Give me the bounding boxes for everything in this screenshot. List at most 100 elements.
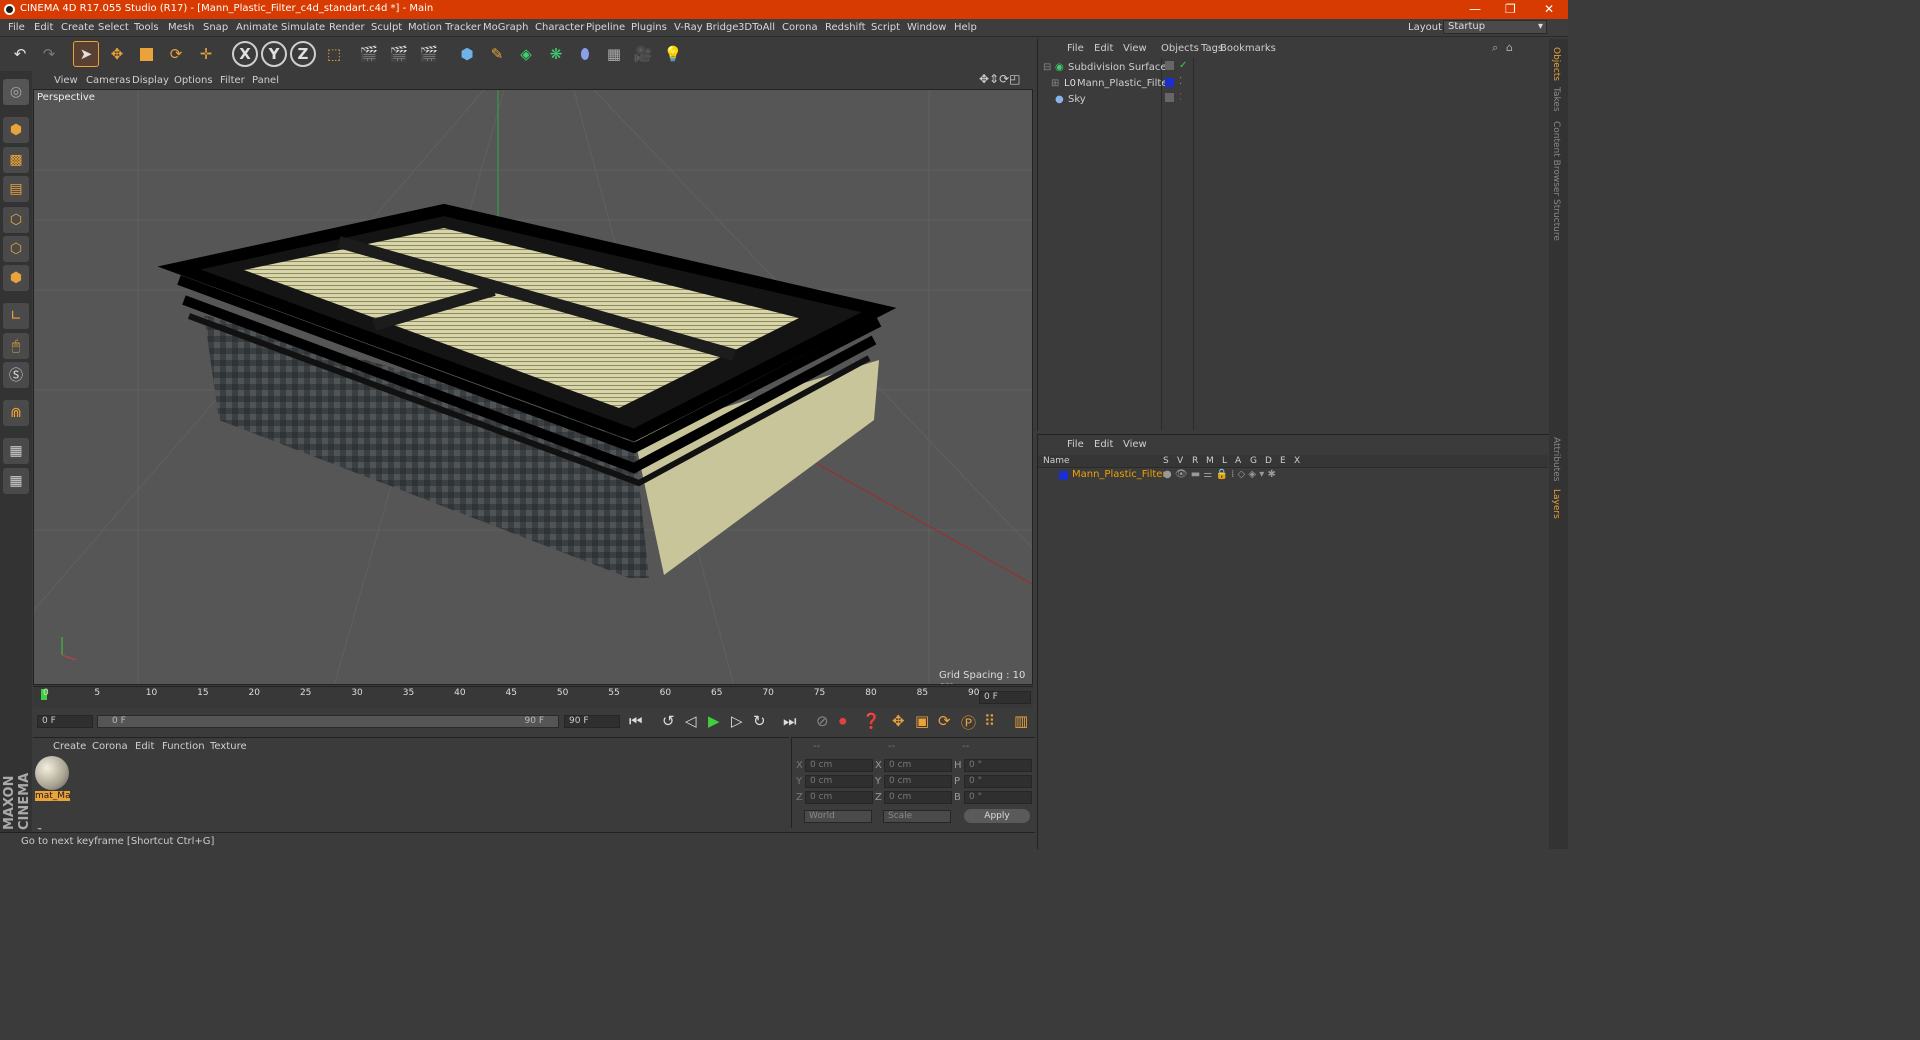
object-menu-file[interactable]: File (1067, 43, 1084, 54)
material-swatch[interactable]: mat_Ma (35, 756, 71, 804)
tweak-mode-button[interactable]: 🖱 (3, 333, 29, 359)
magnet-button[interactable]: ⋒ (3, 400, 29, 426)
menu-select[interactable]: Select (98, 22, 129, 33)
rotate-tool-button[interactable]: ⟳ (163, 41, 189, 67)
select-tool-button[interactable]: ➤ (73, 41, 99, 67)
x-axis-toggle[interactable]: X (232, 41, 258, 67)
menu-character[interactable]: Character (535, 22, 584, 33)
undo-button[interactable]: ↶ (7, 41, 33, 67)
start-frame-field[interactable]: 0 F (37, 715, 93, 728)
object-menu-edit[interactable]: Edit (1094, 43, 1113, 54)
render-picture-viewer-button[interactable]: 🎬 (386, 41, 412, 67)
frame-range-slider[interactable]: 0 F 90 F (97, 715, 559, 728)
go-to-end-button[interactable]: ⏭ (783, 712, 797, 730)
editor-visibility-icon[interactable] (1165, 61, 1174, 70)
rotation-b-field[interactable]: 0 ° (964, 791, 1032, 804)
object-menu-objects[interactable]: Objects (1161, 43, 1199, 54)
previous-keyframe-button[interactable]: ↺ (662, 712, 675, 730)
key-rotation-button[interactable]: ⟳ (938, 712, 951, 730)
menu-pipeline[interactable]: Pipeline (586, 22, 625, 33)
position-z-field[interactable]: 0 cm (805, 791, 873, 804)
timeline-window-button[interactable]: ▥ (1014, 712, 1028, 730)
z-axis-toggle[interactable]: Z (290, 41, 316, 67)
current-frame-field[interactable]: 0 F (979, 691, 1031, 704)
close-button[interactable]: ✕ (1544, 2, 1554, 16)
coordinate-system-button[interactable]: ⬚ (321, 41, 347, 67)
key-scale-button[interactable]: ▣ (915, 712, 929, 730)
lock-workplane-button[interactable]: ▦ (3, 438, 29, 464)
material-menu-function[interactable]: Function (162, 741, 205, 752)
layer-name[interactable]: Mann_Plastic_Filter (1072, 469, 1167, 480)
flag-view[interactable]: V (1177, 456, 1183, 466)
menu-3dtoall[interactable]: 3DToAll (738, 22, 775, 33)
points-mode-button[interactable]: ⬡ (3, 207, 29, 233)
material-menu-corona[interactable]: Corona (92, 741, 128, 752)
render-view-button[interactable]: 🎬 (356, 41, 382, 67)
expand-icon[interactable]: ⊞ (1051, 78, 1059, 89)
key-position-button[interactable]: ✥ (892, 712, 905, 730)
next-keyframe-button[interactable]: ↻ (753, 712, 766, 730)
edges-mode-button[interactable]: ⬡ (3, 236, 29, 262)
rotation-p-field[interactable]: 0 ° (964, 775, 1032, 788)
y-axis-toggle[interactable]: Y (261, 41, 287, 67)
size-mode-select[interactable]: Scale (883, 810, 951, 823)
snap-button[interactable]: Ⓢ (3, 362, 29, 388)
tab-takes[interactable]: Takes (1551, 87, 1561, 112)
texture-mode-button[interactable]: ▩ (3, 147, 29, 173)
layout-select[interactable]: Startup ▾ (1443, 20, 1547, 34)
tab-objects[interactable]: Objects (1551, 47, 1561, 81)
object-row[interactable]: ⊟ ◉ Subdivision Surface ✓ (1038, 60, 1548, 76)
collapse-icon[interactable]: ⊟ (1043, 62, 1051, 73)
menu-vray-bridge[interactable]: V-Ray Bridge (674, 22, 738, 33)
menu-file[interactable]: File (8, 22, 25, 33)
menu-tools[interactable]: Tools (134, 22, 159, 33)
menu-window[interactable]: Window (907, 22, 946, 33)
flag-deformers[interactable]: D (1265, 456, 1272, 466)
add-cube-button[interactable]: ⬢ (454, 41, 480, 67)
key-pla-button[interactable]: ⠿ (984, 712, 995, 730)
menu-mesh[interactable]: Mesh (168, 22, 194, 33)
minimize-button[interactable]: — (1469, 2, 1481, 16)
layer-menu-edit[interactable]: Edit (1094, 439, 1113, 450)
keyframe-selection-button[interactable]: ❓ (862, 712, 881, 730)
viewport-menu-display[interactable]: Display (132, 75, 169, 86)
layer-menu-view[interactable]: View (1123, 439, 1147, 450)
scale-tool-button[interactable] (133, 41, 159, 67)
play-button[interactable]: ▶ (708, 712, 720, 730)
add-array-button[interactable]: ❋ (543, 41, 569, 67)
object-name[interactable]: Subdivision Surface (1068, 62, 1167, 73)
add-floor-button[interactable]: ▦ (601, 41, 627, 67)
viewport-menu-filter[interactable]: Filter (220, 75, 245, 86)
layer-menu-file[interactable]: File (1067, 439, 1084, 450)
menu-script[interactable]: Script (871, 22, 900, 33)
menu-motion-tracker[interactable]: Motion Tracker (408, 22, 481, 33)
previous-frame-button[interactable]: ◁ (685, 712, 697, 730)
menu-simulate[interactable]: Simulate (281, 22, 325, 33)
flag-xref[interactable]: X (1294, 456, 1300, 466)
menu-plugins[interactable]: Plugins (631, 22, 667, 33)
auto-key-button[interactable]: ⏺ (839, 712, 847, 730)
object-row[interactable]: ⊞ L0 Mann_Plastic_Filter ⁚ (1038, 76, 1548, 92)
material-menu-edit[interactable]: Edit (135, 741, 154, 752)
add-nurbs-button[interactable]: ◈ (513, 41, 539, 67)
visibility-dots-icon[interactable]: ⁚ (1179, 92, 1182, 103)
size-y-field[interactable]: 0 cm (884, 775, 952, 788)
move-tool-button[interactable]: ✥ (104, 41, 130, 67)
size-x-field[interactable]: 0 cm (884, 759, 952, 772)
flag-locked[interactable]: L (1222, 456, 1227, 466)
add-deformer-button[interactable]: ⬮ (572, 41, 598, 67)
home-icon[interactable]: ⌂ (1506, 41, 1513, 54)
flag-animation[interactable]: A (1235, 456, 1241, 466)
viewport-menu-view[interactable]: View (54, 75, 78, 86)
tab-structure[interactable]: Structure (1551, 199, 1561, 241)
redo-button[interactable]: ↷ (36, 41, 62, 67)
menu-sculpt[interactable]: Sculpt (371, 22, 402, 33)
flag-expressions[interactable]: E (1280, 456, 1286, 466)
object-menu-view[interactable]: View (1123, 43, 1147, 54)
material-menu-texture[interactable]: Texture (210, 741, 247, 752)
search-icon[interactable]: ⌕ (1492, 41, 1498, 55)
layer-color-swatch[interactable] (1059, 471, 1068, 480)
add-camera-button[interactable]: 🎥 (630, 41, 656, 67)
check-icon[interactable]: ✓ (1179, 60, 1187, 71)
make-editable-button[interactable]: ◎ (3, 79, 29, 105)
